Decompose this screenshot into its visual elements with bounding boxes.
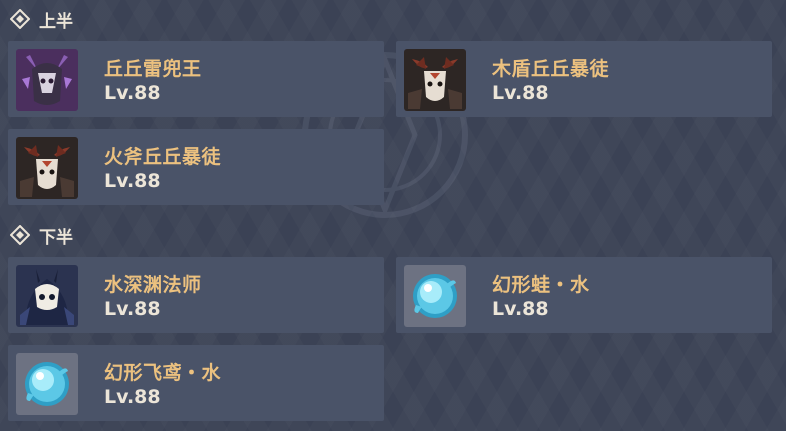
- enemy-name: 幻形蛙・水: [492, 274, 590, 296]
- enemy-level: Lv.88: [104, 298, 161, 320]
- enemy-card[interactable]: 火斧丘丘暴徒 Lv.88: [8, 129, 384, 205]
- section-header-upper: 上半: [10, 8, 73, 32]
- section-title: 上半: [39, 11, 73, 32]
- mitachurl-icon: [16, 137, 78, 199]
- lawachurl-icon: [16, 49, 78, 111]
- enemy-card[interactable]: 水深渊法师 Lv.88: [8, 257, 384, 333]
- section-header-lower: 下半: [10, 224, 73, 248]
- enemy-level: Lv.88: [492, 82, 549, 104]
- enemy-name: 火斧丘丘暴徒: [104, 146, 222, 168]
- enemy-name: 木盾丘丘暴徒: [492, 58, 610, 80]
- enemy-name: 丘丘雷兜王: [104, 58, 202, 80]
- mitachurl-icon: [404, 49, 466, 111]
- enemy-card[interactable]: 幻形蛙・水 Lv.88: [396, 257, 772, 333]
- enemy-level: Lv.88: [492, 298, 549, 320]
- enemy-level: Lv.88: [104, 82, 161, 104]
- enemy-card[interactable]: 木盾丘丘暴徒 Lv.88: [396, 41, 772, 117]
- hydro-orb-icon: [16, 353, 78, 415]
- section-title: 下半: [39, 227, 73, 248]
- enemy-level: Lv.88: [104, 170, 161, 192]
- enemy-name: 幻形飞鸢・水: [104, 362, 222, 384]
- enemy-level: Lv.88: [104, 386, 161, 408]
- diamond-icon: [10, 9, 30, 29]
- hydro-orb-icon: [404, 265, 466, 327]
- enemy-card[interactable]: 幻形飞鸢・水 Lv.88: [8, 345, 384, 421]
- enemy-card[interactable]: 丘丘雷兜王 Lv.88: [8, 41, 384, 117]
- diamond-icon: [10, 225, 30, 245]
- abyss-mage-icon: [16, 265, 78, 327]
- enemy-name: 水深渊法师: [104, 274, 202, 296]
